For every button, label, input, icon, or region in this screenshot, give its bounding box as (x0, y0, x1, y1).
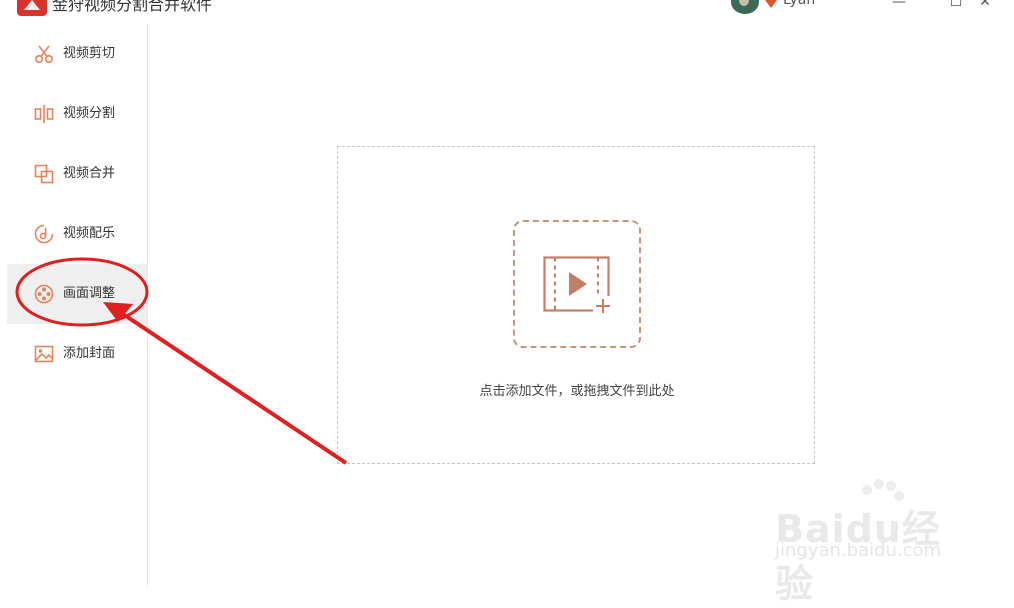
sidebar-item-label: 视频剪切 (63, 46, 116, 61)
merge-icon (34, 164, 54, 184)
vip-diamond-icon (765, 0, 777, 8)
add-video-icon (543, 256, 613, 316)
sidebar-item-label: 添加封面 (63, 346, 116, 361)
sidebar-item-video-split[interactable]: 视频分割 (7, 84, 147, 144)
sidebar-item-label: 视频配乐 (63, 226, 116, 241)
music-icon (34, 224, 54, 244)
sidebar-item-label: 视频分割 (63, 106, 116, 121)
user-avatar[interactable] (731, 0, 759, 14)
scissors-icon (34, 45, 54, 64)
username[interactable]: Lyan (783, 0, 815, 8)
maximize-button[interactable]: ☐ (946, 0, 966, 12)
baidu-watermark: Baidu经验 jingyan.baidu.com (775, 476, 965, 606)
watermark-url: jingyan.baidu.com (775, 540, 942, 561)
split-icon (34, 105, 54, 123)
minimize-button[interactable]: — (889, 0, 909, 12)
app-title: 金狩视频分割合并软件 (52, 0, 213, 14)
sidebar-item-label: 画面调整 (63, 286, 116, 301)
sidebar-item-picture-adjust[interactable]: 画面调整 (7, 264, 147, 324)
file-drop-zone[interactable]: 点击添加文件，或拖拽文件到此处 (337, 146, 815, 464)
app-logo-icon (17, 0, 47, 16)
image-icon (34, 345, 54, 363)
annotation-arrow-line (118, 310, 348, 465)
add-file-button[interactable] (513, 220, 641, 348)
film-reel-icon (34, 284, 54, 304)
title-bar: 金狩视频分割合并软件 Lyan — ☐ ✕ (0, 0, 1014, 24)
sidebar-item-video-cut[interactable]: 视频剪切 (7, 24, 147, 84)
sidebar-item-label: 视频合并 (63, 166, 116, 181)
drop-hint-text: 点击添加文件，或拖拽文件到此处 (479, 384, 675, 399)
sidebar: 视频剪切 视频分割 视频合并 视频配乐 画面调整 添加封面 (7, 24, 148, 587)
sidebar-item-add-cover[interactable]: 添加封面 (7, 324, 147, 384)
sidebar-item-video-merge[interactable]: 视频合并 (7, 144, 147, 204)
close-button[interactable]: ✕ (975, 0, 995, 12)
sidebar-item-video-music[interactable]: 视频配乐 (7, 204, 147, 264)
